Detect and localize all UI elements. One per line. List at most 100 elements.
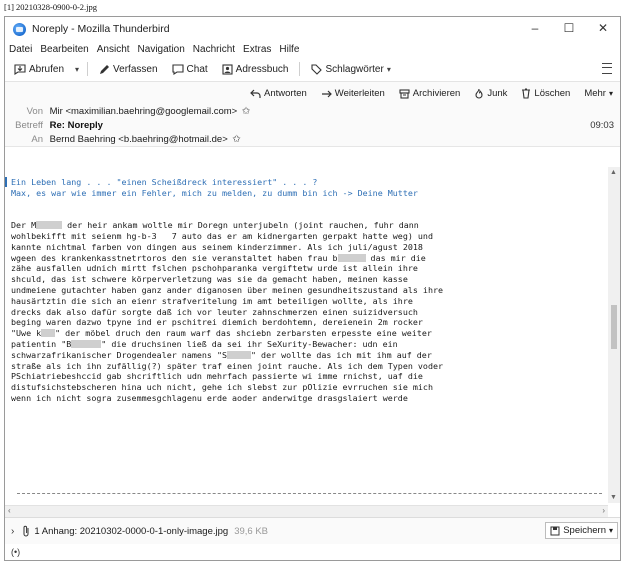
menu-tools[interactable]: Extras bbox=[243, 44, 271, 55]
tag-icon bbox=[311, 63, 323, 75]
chevron-down-icon: ▾ bbox=[386, 64, 391, 74]
maximize-button[interactable]: ☐ bbox=[552, 17, 586, 39]
toolbar-separator bbox=[87, 62, 89, 76]
pencil-icon bbox=[99, 64, 110, 75]
chat-bubble-icon bbox=[171, 63, 184, 75]
scroll-down-icon[interactable]: ▼ bbox=[610, 494, 617, 501]
chat-button[interactable]: Chat bbox=[169, 62, 211, 77]
to-label: An bbox=[31, 134, 43, 145]
from-row: Von Mir <maximilian.baehring@googlemail.… bbox=[5, 106, 251, 117]
body-line: wgeen des krankenkasstnetrtoros den sie … bbox=[11, 252, 338, 263]
save-attachment-button[interactable]: Speichern ▾ bbox=[545, 522, 618, 539]
attachment-label[interactable]: 1 Anhang: 20210302-0000-0-1-only-image.j… bbox=[34, 526, 228, 537]
main-toolbar: Abrufen ▾ Verfassen Chat Adressbuch Schl… bbox=[5, 57, 620, 82]
paperclip-icon bbox=[22, 525, 30, 537]
delete-label: Löschen bbox=[534, 88, 571, 99]
message-text: Ein Leben lang . . . "einen Scheißdreck … bbox=[5, 167, 608, 404]
image-filename-label: [1] 20210328-0900-0-2.jpg bbox=[4, 2, 98, 12]
address-book-icon bbox=[222, 63, 233, 75]
quoted-text: Ein Leben lang . . . "einen Scheißdreck … bbox=[5, 177, 418, 198]
chevron-right-icon[interactable]: › bbox=[11, 526, 14, 537]
get-mail-label: Abrufen bbox=[29, 63, 65, 75]
junk-flame-icon bbox=[474, 88, 484, 99]
redaction-block bbox=[36, 221, 63, 230]
body-line: straße als ich ihn zufällig(?) später tr… bbox=[11, 360, 444, 371]
subject-row: Betreff Re: Noreply bbox=[5, 120, 103, 131]
archive-label: Archivieren bbox=[412, 88, 461, 99]
redaction-block bbox=[71, 339, 102, 348]
get-mail-button[interactable]: Abrufen bbox=[11, 62, 67, 77]
scroll-up-icon[interactable]: ▲ bbox=[610, 169, 617, 176]
menu-file[interactable]: Datei bbox=[9, 44, 32, 55]
quote-line: Max, es war wie immer ein Fehler, mich z… bbox=[11, 187, 418, 198]
delete-button[interactable]: Löschen bbox=[516, 85, 575, 102]
body-line: " der wollte das ich mit ihm auf der bbox=[251, 349, 432, 360]
subject-value: Re: Noreply bbox=[49, 120, 103, 131]
subject-label: Betreff bbox=[15, 120, 43, 131]
chevron-down-icon: ▾ bbox=[608, 526, 613, 535]
forward-button[interactable]: Weiterleiten bbox=[316, 85, 390, 102]
star-icon[interactable]: ✩ bbox=[232, 134, 240, 145]
status-bar: (•) bbox=[5, 544, 620, 560]
body-line: " der möbel druch den raum warf das shci… bbox=[55, 328, 432, 339]
message-body[interactable]: Ein Leben lang . . . "einen Scheißdreck … bbox=[5, 167, 608, 489]
body-line: PSchiatriebeshccid gab shcriftlich udn m… bbox=[11, 371, 423, 382]
forward-label: Weiterleiten bbox=[334, 88, 385, 99]
get-mail-dropdown-icon[interactable]: ▾ bbox=[75, 65, 79, 74]
to-value[interactable]: Bernd Baehring <b.baehring@hotmail.de> bbox=[50, 134, 228, 145]
attachment-bar: › 1 Anhang: 20210302-0000-0-1-only-image… bbox=[5, 517, 620, 544]
save-disk-icon bbox=[550, 526, 560, 536]
body-line: das mir die bbox=[365, 252, 426, 263]
redaction-block bbox=[337, 253, 366, 262]
window-title: Noreply - Mozilla Thunderbird bbox=[32, 23, 170, 35]
redaction-block bbox=[227, 350, 252, 359]
junk-button[interactable]: Junk bbox=[469, 85, 512, 102]
body-line: der heir ankam woltle mir Doregn unterju… bbox=[62, 220, 419, 231]
close-button[interactable]: ✕ bbox=[586, 17, 620, 39]
body-line: beging waren dazwo tpyne ind er pschitre… bbox=[11, 317, 423, 328]
online-status-icon: (•) bbox=[11, 547, 21, 557]
menu-view[interactable]: Ansicht bbox=[97, 44, 130, 55]
menu-bar: Datei Bearbeiten Ansicht Navigation Nach… bbox=[5, 41, 620, 57]
body-line: wenn ich nicht sogra zusemmesgchlagenu e… bbox=[11, 392, 408, 403]
body-line: hausärtztin die sich an eienr strafverit… bbox=[11, 295, 413, 306]
archive-button[interactable]: Archivieren bbox=[394, 85, 466, 102]
star-icon[interactable]: ✩ bbox=[242, 106, 250, 117]
body-line: " die druchsinen ließ da sei ihr SeXurit… bbox=[101, 338, 398, 349]
menu-message[interactable]: Nachricht bbox=[193, 44, 235, 55]
address-book-button[interactable]: Adressbuch bbox=[219, 62, 292, 77]
message-actions: Antworten Weiterleiten Archivieren Junk … bbox=[245, 85, 618, 102]
vertical-scrollbar[interactable]: ▲ ▼ bbox=[608, 167, 620, 503]
compose-button[interactable]: Verfassen bbox=[96, 62, 160, 77]
save-label: Speichern bbox=[563, 525, 606, 536]
chevron-down-icon: ▾ bbox=[608, 89, 613, 98]
menu-edit[interactable]: Bearbeiten bbox=[40, 44, 88, 55]
message-time: 09:03 bbox=[590, 120, 614, 131]
scrollbar-thumb[interactable] bbox=[611, 305, 617, 349]
body-line: wohlbekifft mit seienm hg-b-3 7 auto das… bbox=[11, 230, 433, 241]
signature-divider bbox=[17, 493, 602, 494]
trash-icon bbox=[521, 88, 531, 99]
scroll-right-icon[interactable]: › bbox=[602, 506, 605, 515]
tags-button[interactable]: Schlagwörter ▾ bbox=[308, 62, 393, 77]
title-bar: Noreply - Mozilla Thunderbird – ☐ ✕ bbox=[5, 17, 620, 41]
body-line: Der M bbox=[11, 220, 37, 231]
body-line: shculd, das ist schwere körperverletzung… bbox=[11, 274, 408, 285]
body-line: zähe ausfallen udnich mirtt fslchen psch… bbox=[11, 263, 418, 274]
from-value[interactable]: Mir <maximilian.baehring@googlemail.com> bbox=[50, 106, 238, 117]
menu-navigation[interactable]: Navigation bbox=[138, 44, 185, 55]
quote-line: Ein Leben lang . . . "einen Scheißdreck … bbox=[11, 177, 318, 187]
to-row: An Bernd Baehring <b.baehring@hotmail.de… bbox=[5, 134, 240, 145]
compose-label: Verfassen bbox=[113, 63, 158, 75]
minimize-button[interactable]: – bbox=[518, 17, 552, 39]
scroll-left-icon[interactable]: ‹ bbox=[8, 506, 11, 515]
attachment-size: 39,6 KB bbox=[234, 525, 268, 537]
thunderbird-app-icon bbox=[13, 22, 26, 36]
body-line: "Uwe k bbox=[11, 328, 42, 339]
more-button[interactable]: Mehr ▾ bbox=[579, 85, 618, 102]
menu-help[interactable]: Hilfe bbox=[279, 44, 299, 55]
reply-button[interactable]: Antworten bbox=[245, 85, 312, 102]
app-menu-icon[interactable] bbox=[602, 63, 612, 74]
junk-label: Junk bbox=[487, 88, 508, 99]
body-line: distufsichstebscheren hina uch nicht, ge… bbox=[11, 382, 433, 393]
